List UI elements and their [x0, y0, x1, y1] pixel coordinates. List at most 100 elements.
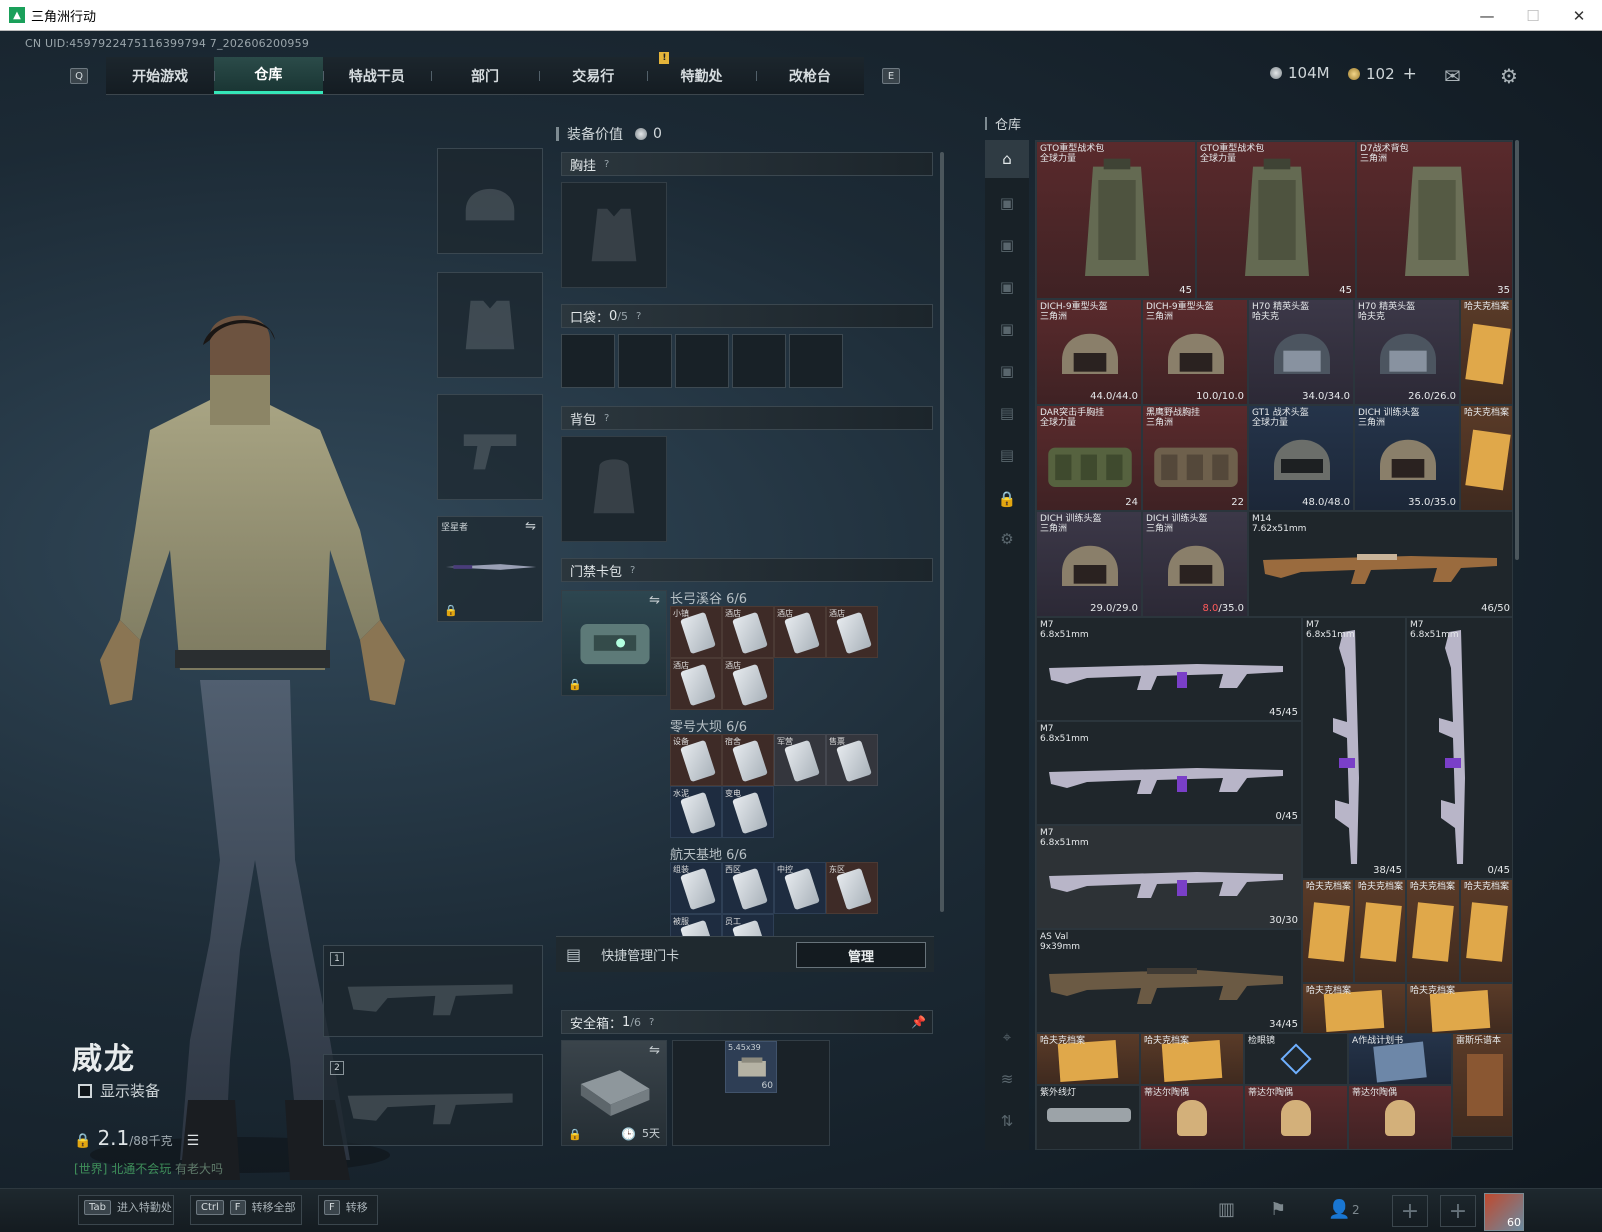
tab-market[interactable]: 交易行: [539, 57, 647, 94]
nav-prev-key[interactable]: Q: [70, 68, 88, 84]
document-item[interactable]: 哈夫克档案: [1406, 879, 1460, 983]
keycard-item[interactable]: 西区: [722, 862, 774, 914]
document-item[interactable]: A作战计划书: [1348, 1033, 1452, 1085]
keycard-item[interactable]: 酒店: [722, 606, 774, 658]
figurine-item[interactable]: 蒂达尔陶偶: [1244, 1085, 1348, 1149]
helmet-slot[interactable]: [437, 148, 543, 254]
quick-sort-icon[interactable]: ⌖: [985, 1018, 1029, 1056]
melee-slot[interactable]: 坚星者 ⇋ 🔒: [437, 516, 543, 622]
add-teammate-button[interactable]: +: [1440, 1195, 1476, 1227]
manage-button[interactable]: 管理: [796, 942, 926, 968]
locked-tab-icon[interactable]: 🔒: [985, 480, 1029, 518]
ophthalmoscope-item[interactable]: 检眼镜: [1244, 1033, 1348, 1085]
help-icon[interactable]: ?: [636, 311, 641, 322]
swap-icon[interactable]: ⇋: [649, 593, 660, 608]
document-item[interactable]: 哈夫克档案: [1140, 1033, 1244, 1085]
helmet-item[interactable]: DICH 训练头盔 三角洲 29.0/29.0: [1036, 511, 1142, 617]
document-item[interactable]: 哈夫克档案: [1302, 983, 1406, 1035]
safe-box-slot[interactable]: ⇋ 🔒 🕒 5天: [561, 1040, 667, 1146]
keycard-item[interactable]: 组装: [670, 862, 722, 914]
warehouse-tab-3-icon[interactable]: ▣: [985, 268, 1029, 306]
chest-rig-slot[interactable]: [561, 182, 667, 288]
tab-gunsmith[interactable]: 改枪台: [755, 57, 864, 94]
backpack-item[interactable]: GTO重型战术包 全球力量 45: [1036, 141, 1196, 299]
keycard-item[interactable]: 酒店: [826, 606, 878, 658]
document-item[interactable]: 哈夫克档案: [1302, 879, 1354, 983]
keycard-item[interactable]: 酒店: [722, 658, 774, 710]
document-item[interactable]: 哈夫克档案: [1354, 879, 1406, 983]
armor-slot[interactable]: [437, 272, 543, 378]
warehouse-all-icon[interactable]: ⌂: [985, 140, 1029, 178]
keycard-item[interactable]: 售票: [826, 734, 878, 786]
add-gold-button[interactable]: +: [1403, 64, 1417, 84]
chest-rig-item[interactable]: DAR突击手胸挂 全球力量 24: [1036, 405, 1142, 511]
backpack-item[interactable]: D7战术背包 三角洲 35: [1356, 141, 1512, 299]
minimize-button[interactable]: —: [1464, 0, 1510, 31]
warehouse-tab-6-icon[interactable]: ▤: [985, 394, 1029, 432]
auto-arrange-icon[interactable]: ⇅: [985, 1102, 1029, 1140]
pocket-slot[interactable]: [732, 334, 786, 388]
backpack-slot[interactable]: [561, 436, 667, 542]
pocket-slot[interactable]: [561, 334, 615, 388]
helmet-item[interactable]: H70 精英头盔 哈夫克 34.0/34.0: [1248, 299, 1354, 405]
document-item[interactable]: 哈夫克档案: [1406, 983, 1512, 1035]
keycard-item[interactable]: 东区: [826, 862, 878, 914]
helmet-item[interactable]: DICH 训练头盔 三角洲 8.0/35.0: [1142, 511, 1248, 617]
figurine-item[interactable]: 蒂达尔陶偶: [1140, 1085, 1244, 1149]
keycard-item[interactable]: 宿舍: [722, 734, 774, 786]
tab-department[interactable]: 部门: [430, 57, 539, 94]
keycard-item[interactable]: 酒店: [774, 606, 826, 658]
swap-icon[interactable]: ⇋: [649, 1043, 660, 1058]
pistol-slot[interactable]: [437, 394, 543, 500]
warehouse-tab-5-icon[interactable]: ▣: [985, 352, 1029, 390]
show-equipment-checkbox[interactable]: [78, 1083, 92, 1098]
friends-icon[interactable]: 👤: [1328, 1199, 1350, 1220]
rifle-item[interactable]: M7 6.8x51mm 0/45: [1036, 721, 1302, 825]
tab-special-ops[interactable]: 特勤处 !: [647, 52, 755, 94]
document-item[interactable]: 哈夫克档案: [1036, 1033, 1140, 1085]
document-item[interactable]: 哈夫克档案: [1460, 879, 1512, 983]
document-item[interactable]: 哈夫克档案: [1460, 405, 1512, 511]
rifle-item[interactable]: M7 6.8x51mm 30/30: [1036, 825, 1302, 929]
maximize-button[interactable]: ☐: [1510, 0, 1556, 31]
rifle-item-vertical[interactable]: M7 6.8x51mm 38/45: [1302, 617, 1406, 879]
help-icon[interactable]: ?: [649, 1017, 654, 1028]
rifle-item[interactable]: M14 7.62x51mm 46/50: [1248, 511, 1512, 617]
close-button[interactable]: ✕: [1556, 0, 1602, 31]
keycard-item[interactable]: 中控: [774, 862, 826, 914]
help-icon[interactable]: ?: [630, 565, 635, 576]
help-icon[interactable]: ?: [604, 413, 609, 424]
nav-next-key[interactable]: E: [882, 68, 900, 84]
rifle-item[interactable]: M7 6.8x51mm 45/45: [1036, 617, 1302, 721]
swap-icon[interactable]: ⇋: [525, 519, 536, 534]
weight-details-icon[interactable]: ☰: [187, 1133, 200, 1149]
warehouse-scrollbar[interactable]: [1515, 140, 1519, 560]
equipment-scrollbar[interactable]: [940, 152, 944, 912]
tab-operators[interactable]: 特战干员: [322, 57, 431, 94]
chest-rig-item[interactable]: 黑鹰野战胸挂 三角洲 22: [1142, 405, 1248, 511]
warehouse-tab-2-icon[interactable]: ▣: [985, 226, 1029, 264]
pocket-slot[interactable]: [618, 334, 672, 388]
flag-icon[interactable]: ⚑: [1270, 1199, 1286, 1220]
helmet-item[interactable]: DICH-9重型头盔 三角洲 10.0/10.0: [1142, 299, 1248, 405]
show-equipment-toggle[interactable]: 显示装备: [78, 1080, 160, 1101]
add-teammate-button[interactable]: +: [1392, 1195, 1428, 1227]
keycard-item[interactable]: 水泥: [670, 786, 722, 838]
warehouse-tab-1-icon[interactable]: ▣: [985, 184, 1029, 222]
ammo-item[interactable]: 5.45x39 60: [725, 1041, 777, 1093]
tab-start-game[interactable]: 开始游戏: [106, 57, 214, 94]
helmet-item[interactable]: H70 精英头盔 哈夫克 26.0/26.0: [1354, 299, 1460, 405]
keycard-item[interactable]: 酒店: [670, 658, 722, 710]
pocket-slot[interactable]: [675, 334, 729, 388]
mail-icon[interactable]: ✉: [1444, 64, 1461, 88]
tab-warehouse[interactable]: 仓库: [214, 57, 323, 94]
warehouse-tab-4-icon[interactable]: ▣: [985, 310, 1029, 348]
keycard-item[interactable]: 设备: [670, 734, 722, 786]
primary-weapon-slot-1[interactable]: 1: [323, 945, 543, 1037]
settings-gear-icon[interactable]: ⚙: [1500, 64, 1518, 88]
rifle-item-vertical[interactable]: M7 6.8x51mm 0/45: [1406, 617, 1512, 879]
helmet-item[interactable]: GT1 战术头盔 全球力量 48.0/48.0: [1248, 405, 1354, 511]
world-chat-line[interactable]: [世界] 北通不会玩 有老大吗: [74, 1160, 223, 1177]
player-avatar[interactable]: 60: [1484, 1193, 1524, 1231]
notebook-item[interactable]: 雷斯乐谱本: [1452, 1033, 1512, 1137]
